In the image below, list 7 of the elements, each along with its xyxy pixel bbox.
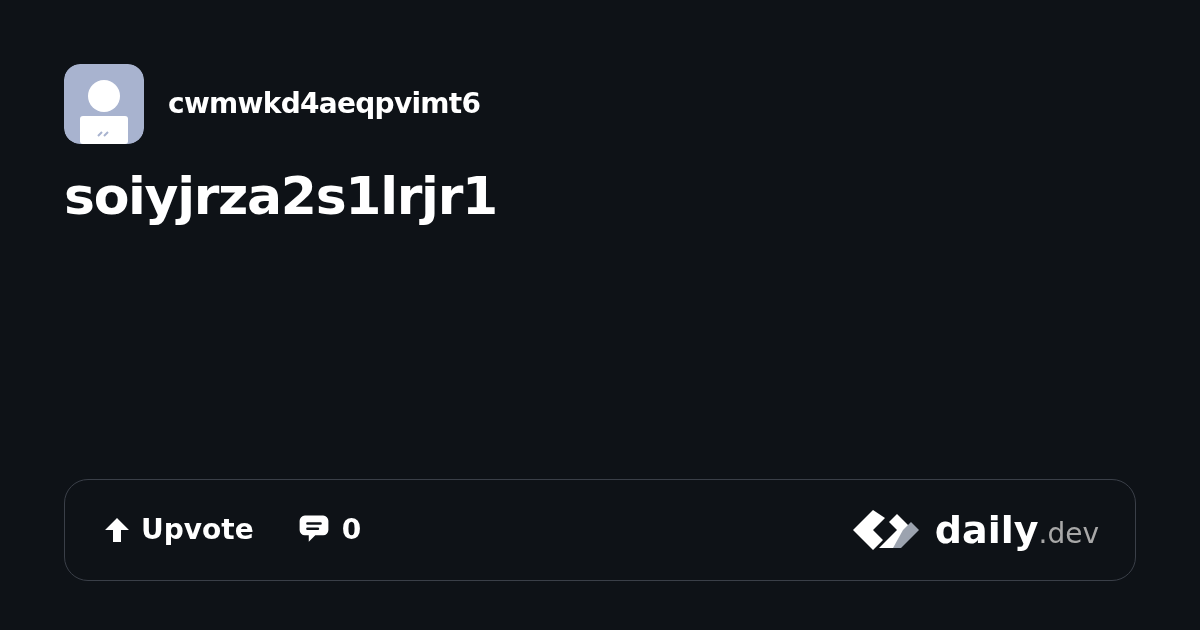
brand-name: daily <box>934 511 1039 549</box>
comments-button[interactable]: 0 <box>297 509 362 551</box>
post-title: soiyjrza2s1lrjr1 <box>64 165 498 228</box>
brand-suffix: .dev <box>1038 520 1099 548</box>
avatar-icon <box>64 64 144 144</box>
upvote-button[interactable]: Upvote <box>101 509 254 551</box>
author-name[interactable]: cwmwkd4aeqpvimt6 <box>168 83 481 125</box>
